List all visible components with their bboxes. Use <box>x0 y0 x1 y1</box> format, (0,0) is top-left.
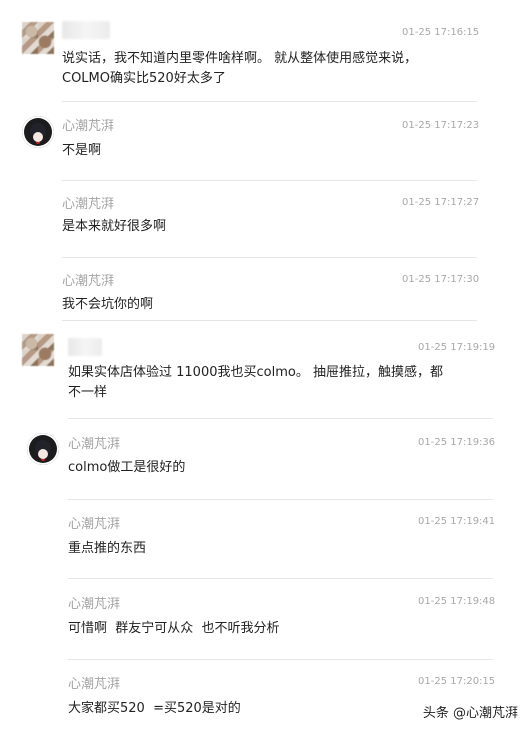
comment-text: 我不会坑你的啊 <box>62 297 154 312</box>
comment-text: 大家都买520 =买520是对的 <box>68 701 241 716</box>
blurred-avatar <box>22 334 54 366</box>
comment-text: 可惜啊 群友宁可从众 也不听我分析 <box>68 621 280 636</box>
divider <box>62 320 477 321</box>
user-name: 心潮芃湃 <box>62 197 115 212</box>
timestamp: 01-25 17:19:41 <box>418 516 496 527</box>
comment-text: colmo做工是很好的 <box>68 460 186 475</box>
user-name: 心潮芃湃 <box>62 274 115 289</box>
timestamp: 01-25 17:16:15 <box>402 27 480 38</box>
comment-text: 重点推的东西 <box>68 541 147 556</box>
timestamp: 01-25 17:19:36 <box>418 437 496 448</box>
blurred-avatar <box>22 22 54 54</box>
comment-text: 不是啊 <box>62 143 102 158</box>
user-name: 心潮芃湃 <box>68 517 121 532</box>
divider <box>62 180 477 181</box>
watermark: 头条 @心潮芃湃 <box>422 706 518 721</box>
timestamp: 01-25 17:17:27 <box>402 197 480 208</box>
divider <box>62 257 477 258</box>
timestamp: 01-25 17:17:30 <box>402 274 480 285</box>
comment-text: 说实话，我不知道内里零件啥样啊。 就从整体使用感觉来说， COLMO确实比520… <box>62 51 418 86</box>
divider <box>68 499 493 500</box>
user-name: 心潮芃湃 <box>68 597 121 612</box>
comment-text: 是本来就好很多啊 <box>62 219 167 234</box>
divider <box>62 101 477 102</box>
comment-text: 如果实体店体验过 11000我也买colmo。 抽屉推拉，触摸感，都 不一样 <box>68 365 443 400</box>
timestamp: 01-25 17:19:19 <box>418 342 496 353</box>
timestamp: 01-25 17:17:23 <box>402 120 480 131</box>
timestamp: 01-25 17:19:48 <box>418 596 496 607</box>
divider <box>68 418 493 419</box>
user-name: 心潮芃湃 <box>62 119 115 134</box>
user-name: 心潮芃湃 <box>68 677 121 692</box>
timestamp: 01-25 17:20:15 <box>418 676 496 687</box>
user-name <box>62 21 110 39</box>
user-name <box>68 338 102 356</box>
user-name: 心潮芃湃 <box>68 437 121 452</box>
anime-avatar <box>22 116 54 148</box>
divider <box>68 578 493 579</box>
anime-avatar <box>27 433 59 465</box>
divider <box>68 659 493 660</box>
